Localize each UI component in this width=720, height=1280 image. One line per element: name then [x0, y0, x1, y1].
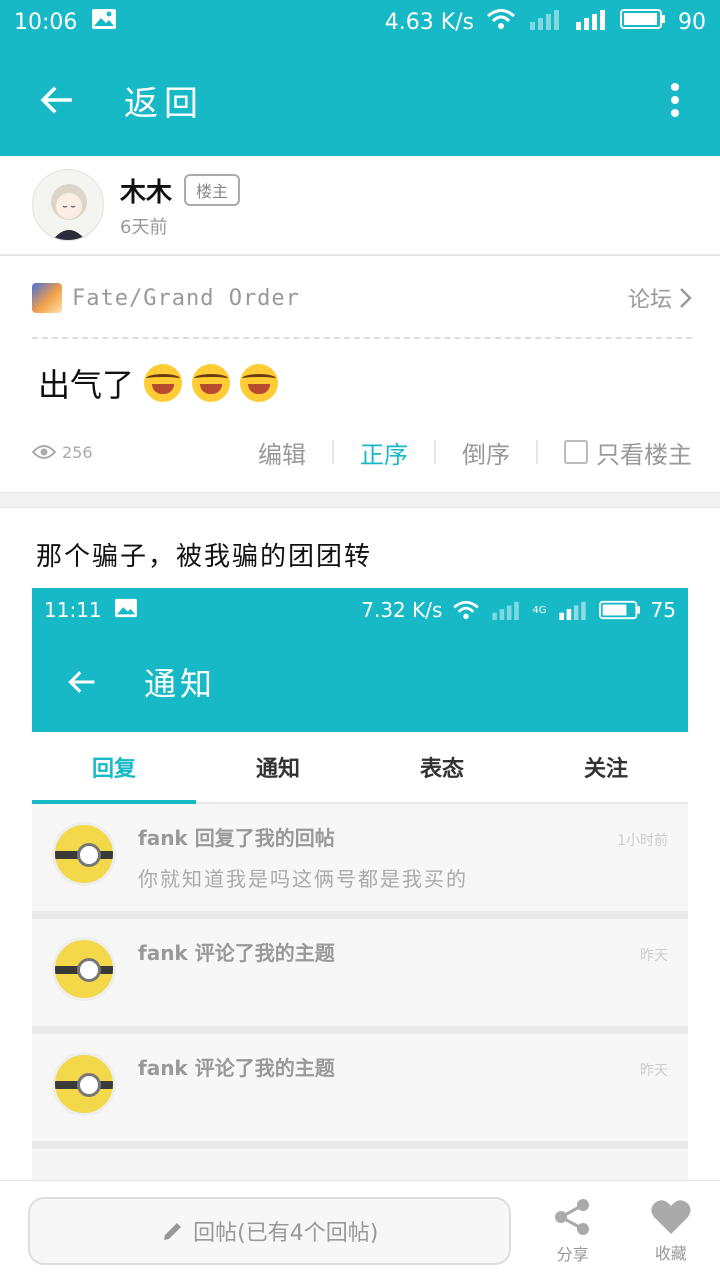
only-op-toggle[interactable]: 只看楼主 — [538, 435, 692, 470]
favorite-label: 收藏 — [654, 1243, 687, 1263]
network-type: 4G — [532, 604, 547, 616]
tab-reaction[interactable]: 表态 — [360, 732, 524, 802]
notification-title: fank 评论了我的主题 — [138, 1056, 335, 1080]
tab-follow[interactable]: 关注 — [524, 732, 688, 802]
op-badge: 楼主 — [184, 174, 241, 206]
notification-time: 昨天 — [640, 948, 668, 964]
embedded-tabs: 回复 通知 表态 关注 — [32, 732, 688, 804]
tab-reply[interactable]: 回复 — [32, 732, 196, 804]
embedded-app-bar-title: 通知 — [144, 665, 217, 703]
gallery-icon — [91, 8, 117, 36]
back-button[interactable] — [0, 44, 112, 156]
sort-asc-button[interactable]: 正序 — [334, 435, 434, 470]
avatar — [52, 822, 116, 886]
app-bar: 返回 — [0, 44, 720, 156]
wifi-icon — [453, 600, 480, 620]
eye-icon — [32, 445, 56, 459]
checkbox[interactable] — [564, 440, 588, 464]
battery-icon — [598, 600, 640, 620]
reply-input[interactable]: 回帖(已有4个回帖) — [28, 1196, 512, 1265]
post-content: 出气了 — [38, 360, 279, 406]
section-divider — [0, 492, 720, 508]
reply-input-placeholder: 回帖(已有4个回帖) — [193, 1220, 379, 1246]
notification-title: fank 回复了我的回帖 — [138, 826, 335, 850]
app-bar-title: 返回 — [124, 83, 204, 124]
favorite-button[interactable]: 收藏 — [622, 1198, 720, 1264]
view-count: 256 — [32, 443, 93, 462]
battery-level: 90 — [678, 9, 706, 35]
status-bar: 10:06 4.63 K/s 90 — [0, 0, 720, 44]
divider — [32, 337, 692, 339]
signal-icon — [558, 601, 586, 620]
heart-icon — [651, 1199, 691, 1234]
forum-icon — [32, 283, 62, 313]
forum-row[interactable]: Fate/Grand Order 论坛 — [32, 278, 692, 318]
arrow-left-icon — [68, 671, 95, 693]
laugh-cry-emoji-icon — [240, 364, 279, 402]
post-meta: 256 编辑 正序 倒序 只看楼主 — [32, 432, 692, 472]
sort-desc-button[interactable]: 倒序 — [436, 435, 536, 470]
list-item[interactable]: fank 回复了我的回帖 1小时前 你就知道我是吗这俩号都是我买的 — [32, 804, 688, 919]
avatar — [52, 1052, 116, 1116]
more-vert-icon — [671, 83, 679, 117]
embedded-battery-level: 75 — [650, 598, 676, 622]
signal-weak-icon — [528, 8, 562, 36]
list-item[interactable]: fank 评论了我的主题 昨天 — [32, 1034, 688, 1149]
status-time: 10:06 — [14, 9, 78, 35]
post-author: 木木 楼主 6天前 — [0, 156, 720, 256]
laugh-cry-emoji-icon — [144, 364, 183, 402]
pencil-icon — [164, 1222, 182, 1240]
reply-text: 那个骗子，被我骗的团团转 — [36, 542, 373, 572]
gallery-icon — [114, 598, 138, 623]
share-label: 分享 — [556, 1244, 589, 1264]
embedded-status-time: 11:11 — [44, 598, 102, 622]
share-icon — [554, 1198, 589, 1235]
embedded-back-button[interactable] — [32, 666, 132, 698]
battery-icon — [620, 8, 666, 36]
laugh-cry-emoji-icon — [192, 364, 231, 402]
embedded-network-speed: 7.32 K/s — [361, 598, 443, 622]
notification-time: 1小时前 — [617, 833, 668, 849]
notification-text: 你就知道我是吗这俩号都是我买的 — [138, 867, 468, 891]
tab-notice[interactable]: 通知 — [196, 732, 360, 802]
forum-link-label: 论坛 — [627, 288, 672, 313]
only-op-label: 只看楼主 — [596, 440, 692, 469]
arrow-left-icon — [40, 86, 72, 114]
avatar[interactable] — [32, 169, 104, 241]
notification-title: fank 评论了我的主题 — [138, 941, 335, 965]
avatar — [52, 937, 116, 1001]
bottom-bar: 回帖(已有4个回帖) 分享 收藏 — [0, 1180, 720, 1280]
signal-icon — [574, 8, 608, 36]
chevron-right-icon — [680, 288, 692, 308]
share-button[interactable]: 分享 — [523, 1197, 621, 1265]
embedded-status-bar: 11:11 7.32 K/s 4G 75 — [32, 588, 688, 632]
signal-weak-icon — [492, 601, 520, 620]
more-button[interactable] — [630, 44, 720, 156]
view-count-value: 256 — [62, 442, 93, 462]
forum-name: Fate/Grand Order — [72, 285, 300, 311]
post-time: 6天前 — [120, 216, 168, 238]
author-name[interactable]: 木木 — [120, 172, 172, 209]
wifi-icon — [486, 8, 516, 36]
list-item[interactable]: fank 评论了我的主题 昨天 — [32, 919, 688, 1034]
post-title: 出气了 — [38, 366, 135, 404]
edit-button[interactable]: 编辑 — [232, 435, 332, 470]
notification-time: 昨天 — [640, 1063, 668, 1079]
forum-link[interactable]: 论坛 — [628, 282, 692, 314]
embedded-screenshot[interactable]: 11:11 7.32 K/s 4G 75 通知 回复 通知 表态 关注 fank… — [32, 588, 688, 1180]
embedded-app-bar: 通知 — [32, 632, 688, 732]
network-speed: 4.63 K/s — [384, 9, 474, 35]
